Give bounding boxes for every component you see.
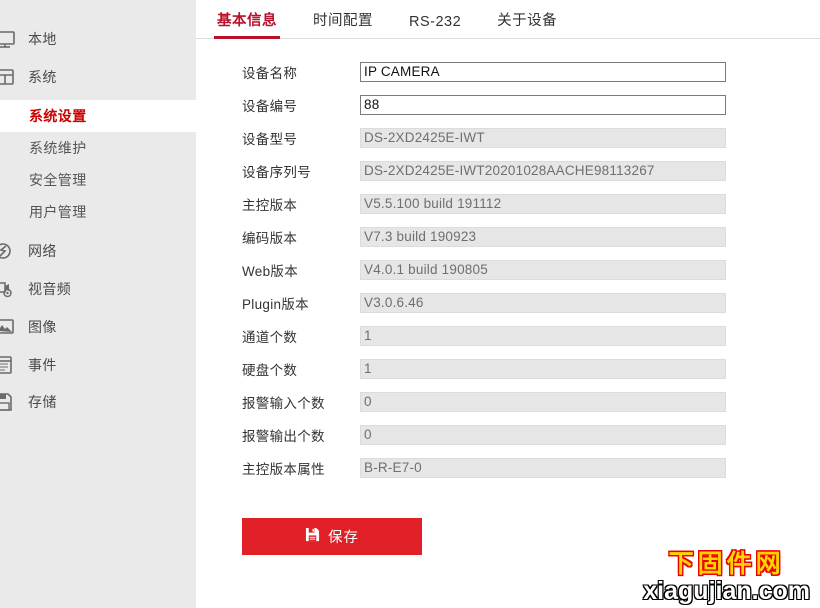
form-row-firmware-attribute: 主控版本属性: [196, 451, 820, 484]
device-settings-page: 本地 系统 系统设置 系统维护 安全管理 用户管理 网络 视音频 图像 事件 存…: [0, 0, 820, 608]
field-label: 设备编号: [242, 98, 298, 114]
tab-label: RS-232: [409, 14, 462, 30]
device-number-input[interactable]: [360, 94, 726, 115]
save-button[interactable]: 保存: [242, 518, 422, 555]
sidebar-item-label: 存储: [28, 394, 57, 410]
alarm-input-count-input: [360, 391, 726, 412]
form-row-device-number: 设备编号: [196, 88, 820, 121]
sidebar-subitem-label: 系统维护: [29, 140, 87, 156]
save-button-container: 保存: [196, 484, 820, 555]
sidebar-item-local[interactable]: 本地: [0, 22, 196, 56]
event-icon: [0, 354, 20, 376]
field-label: 设备序列号: [242, 164, 311, 180]
sidebar-item-event[interactable]: 事件: [0, 348, 196, 382]
encoding-version-input: [360, 226, 726, 247]
form-row-alarm-output-count: 报警输出个数: [196, 418, 820, 451]
sidebar-item-label: 视音频: [28, 281, 72, 297]
field-label: 通道个数: [242, 329, 298, 345]
sidebar-subitem-label: 用户管理: [29, 204, 87, 220]
sidebar-subitem-label: 安全管理: [29, 172, 87, 188]
field-label: Web版本: [242, 263, 299, 279]
save-button-label: 保存: [328, 530, 359, 546]
form-row-alarm-input-count: 报警输入个数: [196, 385, 820, 418]
tab-time-config[interactable]: 时间配置: [313, 9, 373, 38]
tab-label: 关于设备: [497, 13, 558, 29]
form-row-serial-number: 设备序列号: [196, 154, 820, 187]
field-label: 编码版本: [242, 230, 298, 246]
sidebar-item-label: 网络: [28, 243, 57, 259]
sidebar: 本地 系统 系统设置 系统维护 安全管理 用户管理 网络 视音频 图像 事件 存…: [0, 0, 196, 608]
form-row-web-version: Web版本: [196, 253, 820, 286]
form-row-disk-count: 硬盘个数: [196, 352, 820, 385]
firmware-version-input: [360, 193, 726, 214]
sidebar-item-security-management[interactable]: 安全管理: [0, 164, 196, 196]
basic-info-form: 设备名称 设备编号 设备型号 设备序列号 主控版本 编码版本: [196, 39, 820, 555]
field-label: 报警输出个数: [242, 428, 325, 444]
field-label: 设备型号: [242, 131, 298, 147]
monitor-icon: [0, 28, 20, 50]
form-row-firmware-version: 主控版本: [196, 187, 820, 220]
device-model-input: [360, 127, 726, 148]
tab-rs232[interactable]: RS-232: [409, 14, 461, 38]
sidebar-item-label: 事件: [28, 357, 57, 373]
web-version-input: [360, 259, 726, 280]
channel-count-input: [360, 325, 726, 346]
form-row-device-name: 设备名称: [196, 55, 820, 88]
sidebar-item-network[interactable]: 网络: [0, 234, 196, 268]
tab-about-device[interactable]: 关于设备: [497, 9, 557, 38]
firmware-attribute-input: [360, 457, 726, 478]
field-label: 主控版本属性: [242, 461, 325, 477]
tab-label: 时间配置: [313, 13, 373, 29]
tab-bar: 基本信息 时间配置 RS-232 关于设备: [196, 0, 820, 39]
sidebar-item-system-maintenance[interactable]: 系统维护: [0, 132, 196, 164]
sidebar-item-image[interactable]: 图像: [0, 310, 196, 344]
form-row-channel-count: 通道个数: [196, 319, 820, 352]
image-icon: [0, 316, 20, 338]
field-label: 硬盘个数: [242, 362, 298, 378]
network-icon: [0, 240, 20, 262]
field-label: 主控版本: [242, 197, 298, 213]
field-label: 设备名称: [242, 65, 298, 81]
device-name-input[interactable]: [360, 61, 726, 82]
alarm-output-count-input: [360, 424, 726, 445]
sidebar-item-system-settings[interactable]: 系统设置: [0, 100, 196, 132]
sidebar-item-user-management[interactable]: 用户管理: [0, 196, 196, 228]
disk-count-input: [360, 358, 726, 379]
tab-basic-info[interactable]: 基本信息: [214, 9, 280, 39]
field-label: 报警输入个数: [242, 395, 325, 411]
storage-icon: [0, 391, 20, 413]
serial-number-input: [360, 160, 726, 181]
sidebar-item-label: 系统: [28, 69, 57, 85]
video-audio-icon: [0, 278, 20, 300]
sidebar-item-label: 本地: [28, 31, 57, 47]
plugin-version-input: [360, 292, 726, 313]
tab-label: 基本信息: [217, 13, 277, 29]
field-label: Plugin版本: [242, 296, 309, 312]
floppy-disk-icon: [305, 527, 320, 546]
form-row-encoding-version: 编码版本: [196, 220, 820, 253]
sidebar-item-video-audio[interactable]: 视音频: [0, 272, 196, 306]
sidebar-item-system[interactable]: 系统: [0, 60, 196, 94]
content-panel: 基本信息 时间配置 RS-232 关于设备 设备名称 设备编号 设备型号: [196, 0, 820, 608]
form-row-plugin-version: Plugin版本: [196, 286, 820, 319]
sidebar-item-label: 图像: [28, 319, 57, 335]
sidebar-item-storage[interactable]: 存储: [0, 385, 196, 419]
form-row-device-model: 设备型号: [196, 121, 820, 154]
sidebar-subitem-label: 系统设置: [29, 108, 87, 124]
system-icon: [0, 66, 20, 88]
